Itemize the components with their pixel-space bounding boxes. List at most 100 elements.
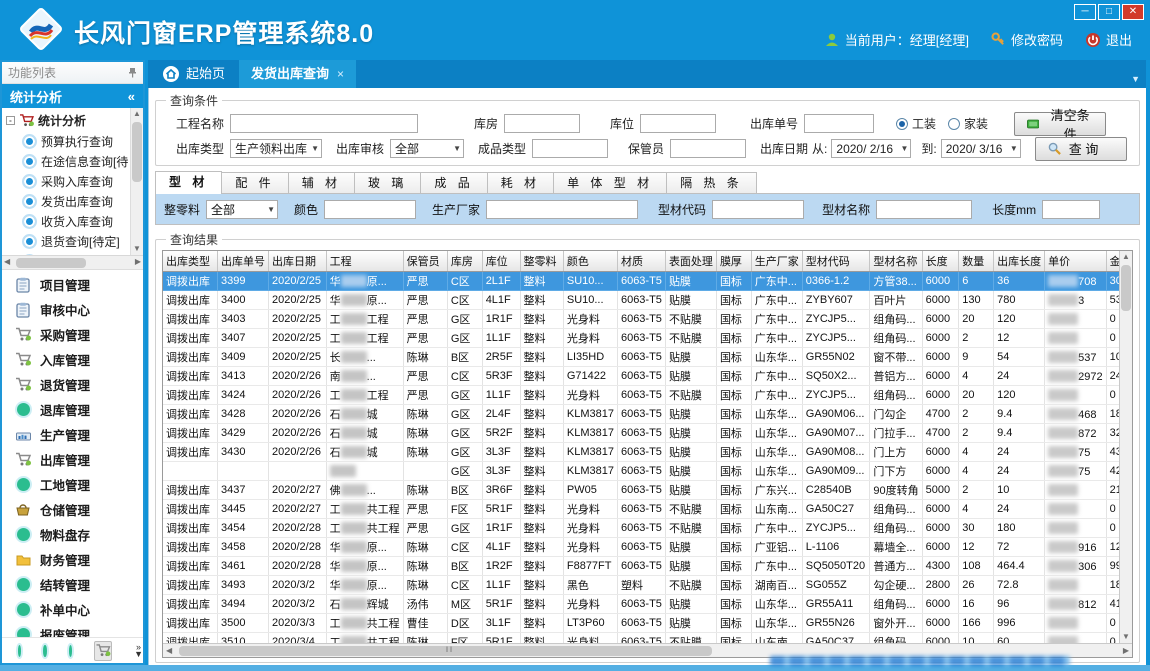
outbound-no-input[interactable] (804, 114, 874, 133)
expander-icon[interactable]: - (6, 116, 15, 125)
sidebar-module-item[interactable]: 仓储管理 (2, 497, 143, 522)
sidebar-module-item[interactable]: 报废管理 (2, 622, 143, 637)
tab-close-icon[interactable]: × (337, 60, 344, 88)
sidebar-module-item[interactable]: 采购管理 (2, 322, 143, 347)
profile-name-input[interactable] (876, 200, 972, 219)
table-row[interactable]: 调拨出库34542020/2/28工共工程严思G区1R1F整料光身料6063-T… (163, 519, 1132, 538)
sidebar-module-item[interactable]: 生产管理 (2, 422, 143, 447)
material-tab[interactable]: 辅 材 (288, 172, 355, 194)
tree-item[interactable]: 退货查询[待定] (6, 231, 143, 251)
sidebar-module-item[interactable]: 补单中心 (2, 597, 143, 622)
column-header[interactable]: 整零料 (520, 251, 563, 272)
search-button[interactable]: 查 询 (1035, 137, 1127, 161)
tree-item[interactable]: 采购入库查询 (6, 171, 143, 191)
tree-item[interactable]: 在途信息查询[待 (6, 151, 143, 171)
table-row[interactable]: 调拨出库34582020/2/28华原...陈琳C区4L1F整料光身料6063-… (163, 538, 1132, 557)
table-row[interactable]: 调拨出库34282020/2/26石城陈琳G区2L4F整料KLM38176063… (163, 405, 1132, 424)
sidebar-module-item[interactable]: 工地管理 (2, 472, 143, 497)
out-type-dropdown[interactable]: 生产领料出库▼ (230, 139, 322, 158)
material-tab[interactable]: 耗 材 (487, 172, 554, 194)
module-dot-button[interactable] (69, 645, 72, 657)
tree-root[interactable]: - 统计分析 (6, 110, 143, 131)
keeper-input[interactable] (670, 139, 746, 158)
maximize-button[interactable]: □ (1098, 4, 1120, 20)
collapse-icon[interactable]: « (128, 89, 135, 104)
column-header[interactable]: 单价 (1045, 251, 1106, 272)
project-name-input[interactable] (230, 114, 418, 133)
table-row[interactable]: 调拨出库33992020/2/25华原...严思C区2L1F整料SU10...6… (163, 272, 1132, 291)
tree-horizontal-scrollbar[interactable]: ◀▶ (2, 256, 143, 270)
change-password-button[interactable]: 修改密码 (991, 30, 1063, 49)
column-header[interactable]: 型材名称 (870, 251, 922, 272)
tree-item[interactable]: 预算执行查询 (6, 131, 143, 151)
tree-item[interactable]: 收货入库查询 (6, 211, 143, 231)
material-tab[interactable]: 玻 璃 (354, 172, 421, 194)
location-input[interactable] (640, 114, 716, 133)
table-row[interactable]: 调拨出库34372020/2/27佛...陈琳B区3R6F整料PW056063-… (163, 481, 1132, 500)
sidebar-module-item[interactable]: 退货管理 (2, 372, 143, 397)
table-row[interactable]: 调拨出库35102020/3/4工共工程陈琳F区5R1F整料光身料6063-T5… (163, 633, 1132, 644)
tab-outbound-query[interactable]: 发货出库查询 × (239, 60, 356, 88)
material-tab[interactable]: 隔 热 条 (666, 172, 757, 194)
close-button[interactable]: ✕ (1122, 4, 1144, 20)
grid-horizontal-scrollbar[interactable]: ◀ ‖‖ ▶ (163, 643, 1132, 657)
column-header[interactable]: 出库单号 (218, 251, 269, 272)
section-header[interactable]: 统计分析 « (2, 84, 143, 108)
grid-vertical-scrollbar[interactable]: ▲ ▼ (1119, 251, 1132, 643)
module-dot-button[interactable] (18, 645, 21, 657)
table-row[interactable]: 调拨出库34932020/3/2华原...陈琳C区1L1F整料黑色塑料不贴膜国标… (163, 576, 1132, 595)
column-header[interactable]: 库房 (447, 251, 482, 272)
table-row[interactable]: 调拨出库34002020/2/25华原...严思C区4L1F整料SU10...6… (163, 291, 1132, 310)
material-tab[interactable]: 单 体 型 材 (553, 172, 667, 194)
module-dot-button[interactable] (43, 645, 46, 657)
table-row[interactable]: 调拨出库34612020/2/28华原...陈琳B区1R2F整料F8877FT6… (163, 557, 1132, 576)
pin-icon[interactable] (128, 67, 137, 78)
material-tab[interactable]: 型 材 (155, 171, 222, 194)
tab-home[interactable]: 起始页 (148, 60, 239, 88)
sidebar-module-item[interactable]: 物料盘存 (2, 522, 143, 547)
table-row[interactable]: 调拨出库34092020/2/25长...陈琳B区2R5F整料LI35HD606… (163, 348, 1132, 367)
table-row[interactable]: 调拨出库34302020/2/26石城陈琳G区3L3F整料KLM38176063… (163, 443, 1132, 462)
sidebar-module-item[interactable]: 结转管理 (2, 572, 143, 597)
date-to-picker[interactable]: 2020/ 3/16▼ (941, 139, 1021, 158)
part-type-dropdown[interactable]: 全部▼ (206, 200, 278, 219)
column-header[interactable]: 型材代码 (802, 251, 870, 272)
column-header[interactable]: 长度 (922, 251, 959, 272)
sidebar-module-item[interactable]: 入库管理 (2, 347, 143, 372)
table-row[interactable]: 调拨出库34032020/2/25工工程严思G区1R1F整料光身料6063-T5… (163, 310, 1132, 329)
column-header[interactable]: 出库类型 (163, 251, 218, 272)
length-input[interactable] (1042, 200, 1100, 219)
tab-list-caret-icon[interactable]: ▼ (1131, 74, 1140, 84)
table-row[interactable]: 调拨出库34452020/2/27工共工程严思F区5R1F整料光身料6063-T… (163, 500, 1132, 519)
column-header[interactable]: 出库长度 (994, 251, 1045, 272)
product-type-input[interactable] (532, 139, 608, 158)
sidebar-module-item[interactable]: 审核中心 (2, 297, 143, 322)
material-tab[interactable]: 配 件 (221, 172, 288, 194)
table-row[interactable]: 调拨出库34132020/2/26南...严思C区5R3F整料G71422606… (163, 367, 1132, 386)
sidebar-module-item[interactable]: 项目管理 (2, 272, 143, 297)
module-cart-button[interactable] (94, 641, 112, 661)
column-header[interactable]: 材质 (617, 251, 665, 272)
column-header[interactable]: 表面处理 (665, 251, 716, 272)
minimize-button[interactable]: ─ (1074, 4, 1096, 20)
clear-conditions-button[interactable]: 清空条件 (1014, 112, 1106, 136)
column-header[interactable]: 出库日期 (269, 251, 327, 272)
sidebar-module-item[interactable]: 出库管理 (2, 447, 143, 472)
column-header[interactable]: 库位 (482, 251, 520, 272)
material-tab[interactable]: 成 品 (420, 172, 487, 194)
sidebar-module-item[interactable]: 财务管理 (2, 547, 143, 572)
table-row[interactable]: 调拨出库34942020/3/2石辉城汤伟M区5R1F整料光身料6063-T5贴… (163, 595, 1132, 614)
logout-button[interactable]: 退出 (1085, 30, 1132, 49)
table-row[interactable]: G区3L3F整料KLM38176063-T5贴膜国标山东华...GA90M09.… (163, 462, 1132, 481)
color-input[interactable] (324, 200, 416, 219)
column-header[interactable]: 膜厚 (716, 251, 751, 272)
table-row[interactable]: 调拨出库34242020/2/26工工程严思G区1L1F整料光身料6063-T5… (163, 386, 1132, 405)
column-header[interactable]: 颜色 (563, 251, 617, 272)
column-header[interactable]: 保管员 (403, 251, 447, 272)
radio-industrial[interactable]: 工装 (896, 115, 936, 132)
table-row[interactable]: 调拨出库34292020/2/26石城陈琳G区5R2F整料KLM38176063… (163, 424, 1132, 443)
tree-item[interactable]: 发货出库查询 (6, 191, 143, 211)
date-from-picker[interactable]: 2020/ 2/16▼ (831, 139, 911, 158)
warehouse-input[interactable] (504, 114, 580, 133)
column-header[interactable]: 工程 (326, 251, 403, 272)
